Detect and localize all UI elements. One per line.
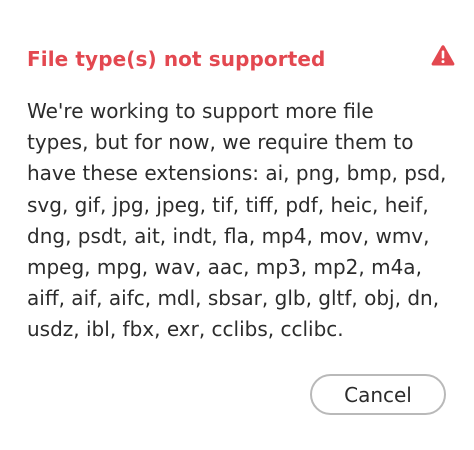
dialog-message: We're working to support more file types… — [27, 96, 447, 346]
message-line: have these extensions: ai, png, bmp, psd… — [27, 161, 447, 186]
dialog-title: File type(s) not supported — [27, 47, 326, 71]
cancel-button[interactable]: Cancel — [310, 374, 446, 415]
message-line: usdz, ibl, fbx, exr, cclibs, cclibc. — [27, 317, 344, 342]
message-line: aiff, aif, aifc, mdl, sbsar, glb, gltf, … — [27, 286, 440, 311]
message-line: svg, gif, jpg, jpeg, tif, tiff, pdf, hei… — [27, 192, 429, 217]
alert-triangle-icon — [431, 45, 455, 66]
message-line: mpeg, mpg, wav, aac, mp3, mp2, m4a, — [27, 255, 422, 280]
message-line: types, but for now, we require them to — [27, 130, 414, 155]
message-line: We're working to support more file — [27, 99, 374, 123]
unsupported-file-dialog: File type(s) not supported We're working… — [0, 0, 474, 450]
message-line: dng, psdt, ait, indt, fla, mp4, mov, wmv… — [27, 223, 430, 248]
